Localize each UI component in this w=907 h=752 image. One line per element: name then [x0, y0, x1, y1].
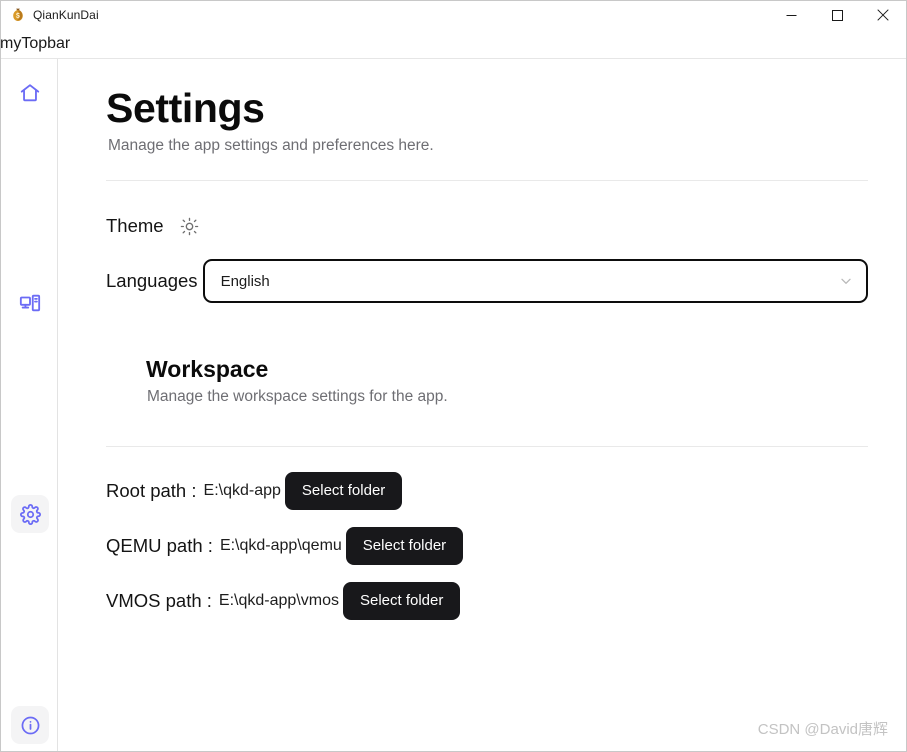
section-divider-bottom	[106, 446, 868, 448]
minimize-icon	[786, 14, 796, 16]
secondary-topbar: myTopbar	[0, 29, 906, 58]
workspace-section: Workspace Manage the workspace settings …	[146, 356, 868, 406]
close-icon	[877, 9, 889, 21]
sidebar-item-devices[interactable]	[11, 284, 49, 322]
qemu-path-value: E:\qkd-app\qemu	[219, 536, 342, 554]
paths-list: Root path : E:\qkd-app Select folder QEM…	[106, 469, 868, 622]
content-inner: Settings Manage the app settings and pre…	[58, 59, 906, 622]
root-select-folder-button[interactable]: Select folder	[284, 471, 403, 510]
title-bar-left: QianKunDai	[1, 7, 99, 23]
page-title: Settings	[106, 85, 265, 131]
minimize-button[interactable]	[768, 1, 814, 29]
app-title: QianKunDai	[33, 8, 99, 22]
window-controls	[768, 1, 906, 29]
sidebar-item-home[interactable]	[11, 74, 49, 112]
money-bag-icon	[10, 7, 26, 23]
qemu-select-folder-button[interactable]: Select folder	[345, 526, 464, 565]
languages-row: Languages English	[106, 259, 868, 304]
languages-selected-value: English	[220, 272, 270, 290]
watermark: CSDN @David唐辉	[757, 721, 888, 738]
languages-label: Languages	[106, 269, 198, 291]
workspace-subtitle: Manage the workspace settings for the ap…	[147, 388, 448, 406]
maximize-icon	[831, 9, 843, 21]
section-divider-top	[106, 180, 868, 182]
vmos-select-folder-button[interactable]: Select folder	[342, 581, 461, 620]
info-circle-icon	[20, 715, 41, 736]
sidebar-item-settings[interactable]	[11, 495, 49, 533]
path-row-qemu: QEMU path : E:\qkd-app\qemu Select folde…	[106, 524, 868, 567]
root-path-label: Root path :	[106, 479, 197, 501]
languages-select[interactable]: English	[202, 259, 868, 304]
chevron-down-icon	[838, 273, 854, 289]
main-content: Settings Manage the app settings and pre…	[58, 59, 906, 751]
title-bar: QianKunDai	[1, 1, 906, 29]
gear-icon	[19, 503, 41, 525]
path-row-root: Root path : E:\qkd-app Select folder	[106, 469, 868, 512]
path-row-vmos: VMOS path : E:\qkd-app\vmos Select folde…	[106, 579, 868, 622]
desktop-computer-icon	[19, 292, 41, 314]
page-subtitle: Manage the app settings and preferences …	[108, 137, 434, 155]
theme-label: Theme	[106, 215, 164, 237]
body-area: Settings Manage the app settings and pre…	[1, 58, 906, 751]
application-window: QianKunDai myTopbar Settings Manage the …	[0, 0, 907, 752]
qemu-path-label: QEMU path :	[106, 534, 213, 556]
home-icon	[19, 82, 41, 104]
theme-row: Theme	[106, 217, 868, 236]
close-button[interactable]	[860, 1, 906, 29]
sidebar	[1, 59, 58, 751]
vmos-path-label: VMOS path :	[106, 589, 212, 611]
sun-icon[interactable]	[180, 217, 199, 236]
vmos-path-value: E:\qkd-app\vmos	[218, 591, 339, 609]
topbar-label: myTopbar	[0, 34, 71, 52]
workspace-title: Workspace	[146, 356, 269, 383]
root-path-value: E:\qkd-app	[203, 481, 281, 499]
sidebar-item-info[interactable]	[11, 706, 49, 744]
maximize-button[interactable]	[814, 1, 860, 29]
